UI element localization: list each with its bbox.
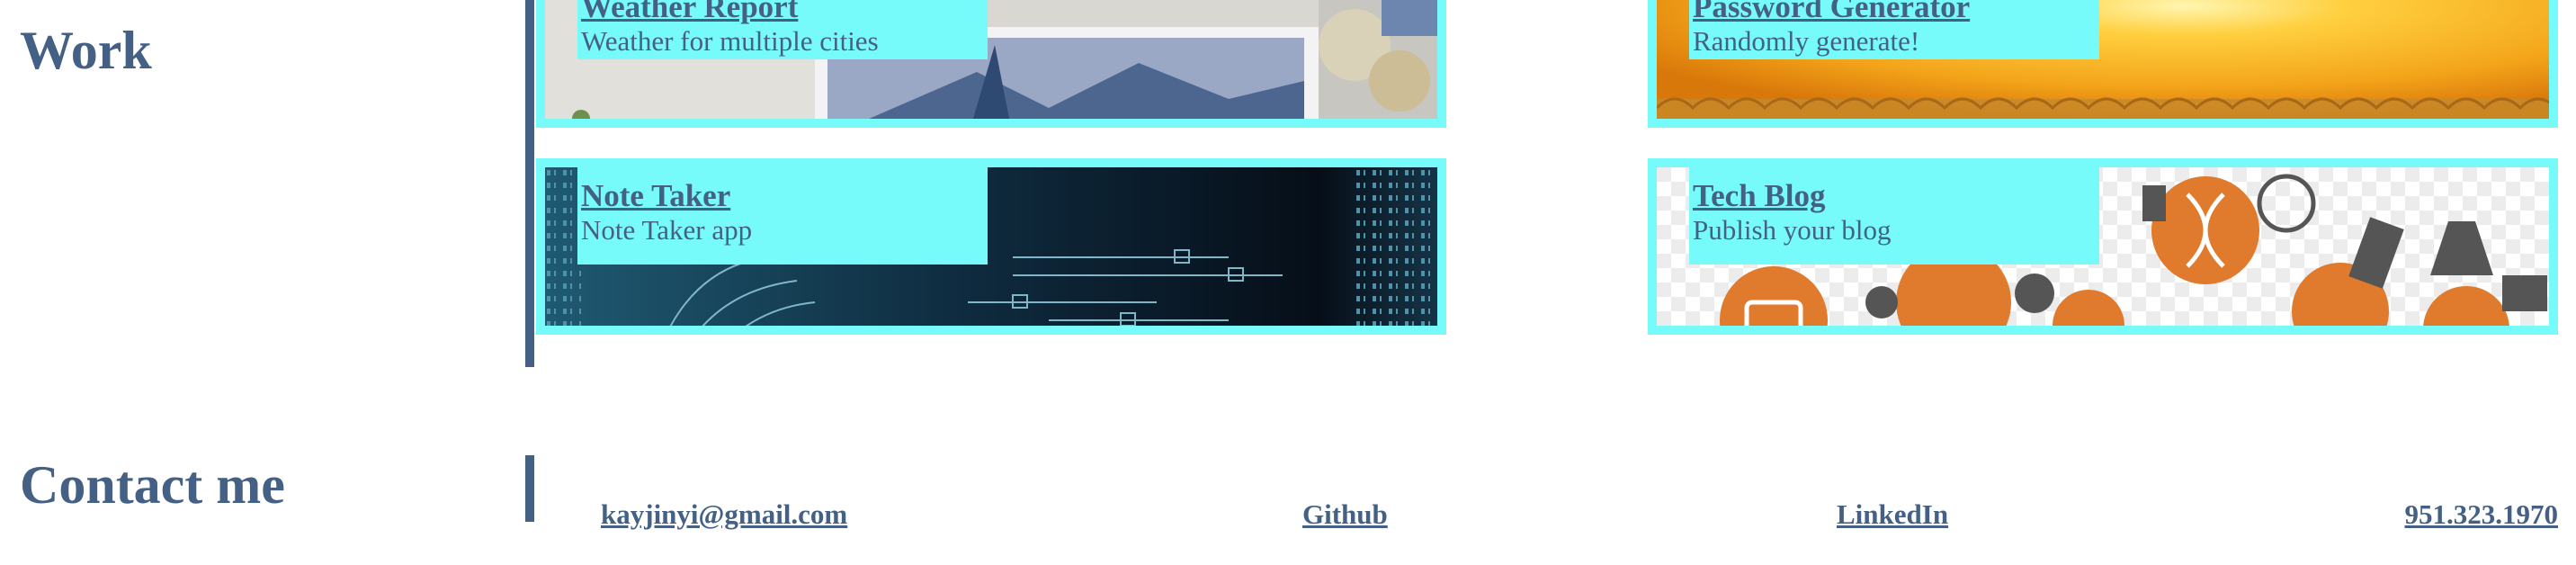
contact-linkedin-link[interactable]: LinkedIn — [1837, 498, 1948, 531]
contact-github-link[interactable]: Github — [1302, 498, 1388, 531]
work-divider-bar — [525, 0, 534, 367]
contact-divider-bar — [525, 455, 534, 522]
project-link-note-taker[interactable]: Note Taker — [581, 178, 988, 214]
project-card-password-generator[interactable]: Password Generator Randomly generate! — [1648, 0, 2558, 128]
contact-email-link[interactable]: kayjinyi@gmail.com — [601, 498, 847, 531]
contact-phone-link[interactable]: 951.323.1970 — [2405, 498, 2559, 531]
project-description: Randomly generate! — [1693, 25, 1920, 57]
project-caption: Tech Blog Publish your blog — [1689, 167, 2099, 265]
project-caption: Note Taker Note Taker app — [577, 167, 988, 265]
project-caption: Password Generator Randomly generate! — [1689, 0, 2099, 59]
project-description: Weather for multiple cities — [581, 25, 879, 57]
project-link-tech-blog[interactable]: Tech Blog — [1693, 178, 2099, 214]
project-card-note-taker[interactable]: Note Taker Note Taker app — [536, 158, 1446, 335]
project-link-weather-report[interactable]: Weather Report — [581, 0, 988, 25]
project-description: Publish your blog — [1693, 214, 1892, 246]
contact-heading: Contact me — [20, 455, 285, 515]
work-heading: Work — [20, 21, 152, 80]
project-link-password-generator[interactable]: Password Generator — [1693, 0, 2099, 25]
project-caption: Weather Report Weather for multiple citi… — [577, 0, 988, 59]
project-card-weather-report[interactable]: Weather Report Weather for multiple citi… — [536, 0, 1446, 128]
project-description: Note Taker app — [581, 214, 753, 246]
project-card-tech-blog[interactable]: Tech Blog Publish your blog — [1648, 158, 2558, 335]
